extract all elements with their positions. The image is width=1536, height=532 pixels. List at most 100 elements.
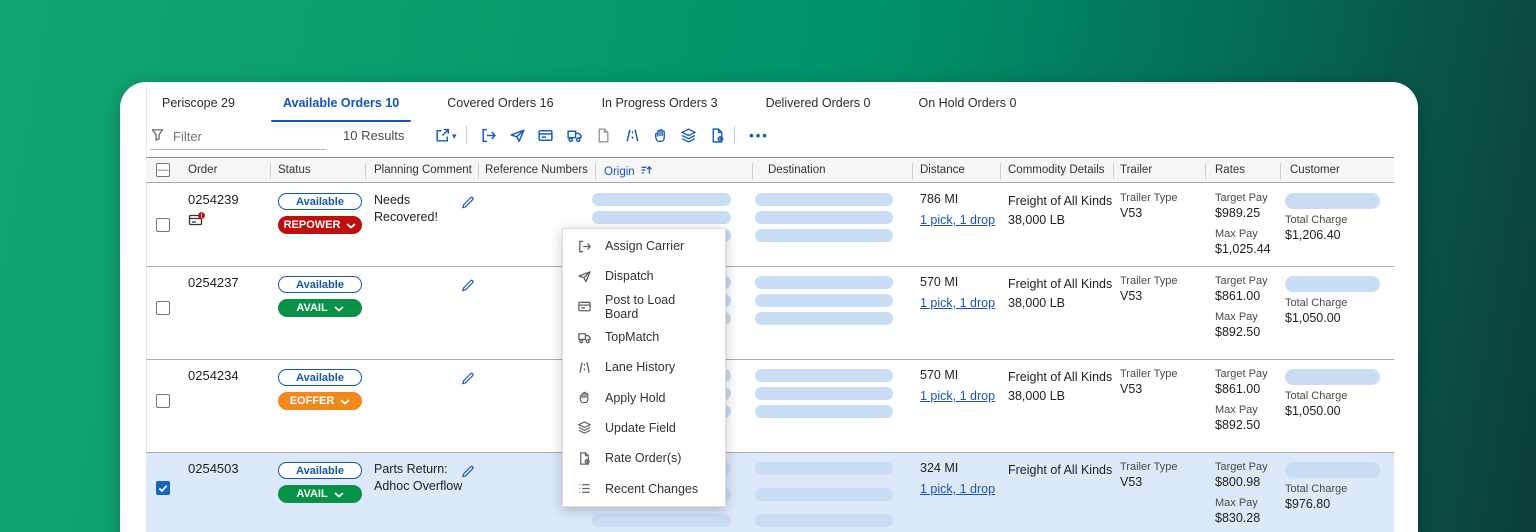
rate-orders-icon[interactable] <box>707 125 727 145</box>
tab-in-progress-orders[interactable]: In Progress Orders 3 <box>602 96 718 122</box>
update-field-icon <box>576 420 592 435</box>
orders-table-body: 0254239 ! Available REPOWER Needs Recove… <box>146 184 1394 532</box>
column-header-destination[interactable]: Destination <box>768 164 826 176</box>
planning-comment: Parts Return: Adhoc Overflow <box>374 462 463 493</box>
stage-dropdown-badge[interactable]: AVAIL <box>278 299 362 317</box>
filter-input[interactable] <box>173 129 303 144</box>
column-header-origin[interactable]: Origin <box>604 164 653 180</box>
tab-available-orders[interactable]: Available Orders 10 <box>270 96 412 122</box>
row-checkbox[interactable] <box>156 218 170 232</box>
trailer-type-value: V53 <box>1120 382 1143 396</box>
column-header-distance[interactable]: Distance <box>920 164 965 176</box>
menu-item-apply-hold[interactable]: Apply Hold <box>563 382 725 412</box>
sort-ascending-icon[interactable] <box>640 164 653 180</box>
max-pay-label: Max Pay <box>1215 497 1258 509</box>
menu-item-recent-changes[interactable]: Recent Changes <box>563 473 725 503</box>
stops-link[interactable]: 1 pick, 1 drop <box>920 296 995 310</box>
row-checkbox[interactable] <box>156 394 170 408</box>
table-row[interactable]: 0254237 Available AVAIL 570 MI 1 pick, 1… <box>146 267 1394 360</box>
dispatch-icon[interactable] <box>507 125 527 145</box>
column-header-status[interactable]: Status <box>278 164 311 176</box>
commodity-name: Freight of All Kinds <box>1008 194 1113 208</box>
svg-text:!: ! <box>201 214 203 220</box>
edit-comment-icon[interactable] <box>460 195 475 215</box>
menu-item-assign-carrier[interactable]: Assign Carrier <box>563 231 725 261</box>
trailer-type-value: V53 <box>1120 206 1143 220</box>
post-to-load-board-icon[interactable] <box>535 125 555 145</box>
column-header-planning-comment[interactable]: Planning Comment <box>374 164 472 176</box>
trailer-type-label: Trailer Type <box>1120 275 1178 287</box>
update-field-icon[interactable] <box>678 125 698 145</box>
column-header-trailer[interactable]: Trailer <box>1120 164 1152 176</box>
commodity-name: Freight of All Kinds <box>1008 370 1113 384</box>
chevron-down-icon <box>334 491 344 498</box>
column-header-commodity-details[interactable]: Commodity Details <box>1008 164 1105 176</box>
trailer-type-value: V53 <box>1120 475 1143 489</box>
planning-comment: Needs Recovered! <box>374 193 438 224</box>
column-header-customer[interactable]: Customer <box>1290 164 1340 176</box>
assign-carrier-icon[interactable] <box>478 125 498 145</box>
order-number[interactable]: 0254239 <box>188 192 239 207</box>
topmatch-icon[interactable] <box>564 125 584 145</box>
table-row[interactable]: 0254234 Available EOFFER 570 MI 1 pick, … <box>146 360 1394 453</box>
chevron-down-icon <box>334 305 344 312</box>
toolbar-divider <box>734 126 735 144</box>
stage-dropdown-badge[interactable]: REPOWER <box>278 216 362 234</box>
apply-hold-icon[interactable] <box>650 125 670 145</box>
tab-delivered-orders[interactable]: Delivered Orders 0 <box>766 96 871 122</box>
chevron-down-icon <box>340 398 350 405</box>
stage-dropdown-badge[interactable]: EOFFER <box>278 392 362 410</box>
menu-item-update-field[interactable]: Update Field <box>563 413 725 443</box>
export-icon[interactable] <box>432 125 452 145</box>
menu-item-lane-history[interactable]: Lane History <box>563 352 725 382</box>
order-number[interactable]: 0254234 <box>188 368 239 383</box>
column-header-rates[interactable]: Rates <box>1215 164 1245 176</box>
total-charge-label: Total Charge <box>1285 297 1348 309</box>
customer-redacted <box>1285 462 1380 478</box>
stops-link[interactable]: 1 pick, 1 drop <box>920 389 995 403</box>
row-checkbox-checked[interactable] <box>156 481 170 495</box>
menu-item-topmatch[interactable]: TopMatch <box>563 322 725 352</box>
more-actions-icon[interactable]: ••• <box>744 125 774 145</box>
distance-value: 324 MI <box>920 461 959 475</box>
results-count: 10 Results <box>343 128 405 143</box>
select-all-checkbox[interactable]: — <box>156 163 170 177</box>
edit-comment-icon[interactable] <box>460 371 475 391</box>
lane-history-icon[interactable] <box>622 125 642 145</box>
tab-on-hold-orders[interactable]: On Hold Orders 0 <box>918 96 1016 122</box>
column-header-reference-numbers[interactable]: Reference Numbers <box>485 164 588 176</box>
tab-covered-orders[interactable]: Covered Orders 16 <box>447 96 553 122</box>
total-charge-label: Total Charge <box>1285 390 1348 402</box>
order-number[interactable]: 0254503 <box>188 461 239 476</box>
post-to-load-board-icon <box>576 299 592 314</box>
target-pay-value: $861.00 <box>1215 289 1261 303</box>
commodity-name: Freight of All Kinds <box>1008 277 1113 291</box>
filter-field[interactable] <box>150 124 326 150</box>
row-checkbox[interactable] <box>156 301 170 315</box>
column-header-order[interactable]: Order <box>188 164 217 176</box>
destination-redacted <box>755 462 893 532</box>
trailer-type-label: Trailer Type <box>1120 192 1178 204</box>
stops-link[interactable]: 1 pick, 1 drop <box>920 213 995 227</box>
order-alert-icon[interactable]: ! <box>188 211 207 233</box>
toolbar: 10 Results ▾ <box>120 122 1418 152</box>
dispatch-icon <box>576 269 592 284</box>
menu-item-rate-orders[interactable]: Rate Order(s) <box>563 443 725 473</box>
edit-comment-icon[interactable] <box>460 464 475 484</box>
total-charge-value: $1,050.00 <box>1285 404 1341 418</box>
status-badge: Available <box>278 193 362 210</box>
target-pay-value: $989.25 <box>1215 206 1261 220</box>
menu-item-post-to-load-board[interactable]: Post to Load Board <box>563 292 725 322</box>
table-row[interactable]: 0254239 ! Available REPOWER Needs Recove… <box>146 184 1394 267</box>
tab-periscope[interactable]: Periscope 29 <box>162 96 235 122</box>
menu-item-dispatch[interactable]: Dispatch <box>563 261 725 291</box>
edit-comment-icon[interactable] <box>460 278 475 298</box>
status-badge: Available <box>278 276 362 293</box>
table-row-selected[interactable]: 0254503 Available AVAIL Parts Return: Ad… <box>146 453 1394 532</box>
stage-dropdown-badge[interactable]: AVAIL <box>278 485 362 503</box>
order-tabs: Periscope 29 Available Orders 10 Covered… <box>162 96 1016 122</box>
export-caret-icon[interactable]: ▾ <box>452 131 457 142</box>
orders-panel: Periscope 29 Available Orders 10 Covered… <box>120 82 1418 532</box>
stops-link[interactable]: 1 pick, 1 drop <box>920 482 995 496</box>
order-number[interactable]: 0254237 <box>188 275 239 290</box>
